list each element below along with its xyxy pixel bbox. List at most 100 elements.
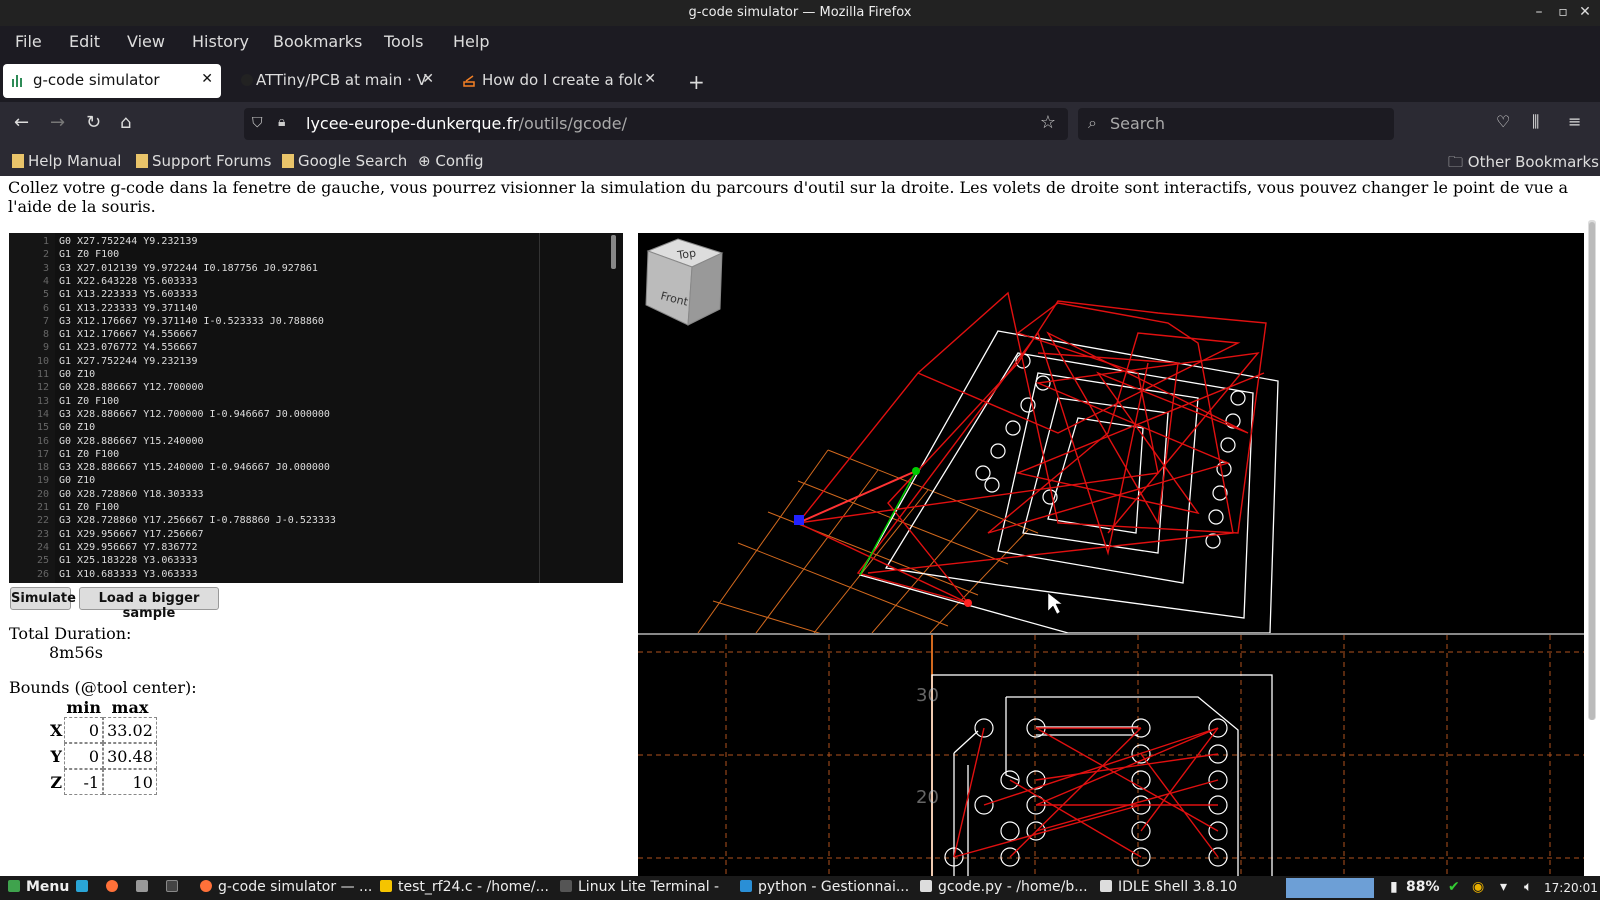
forward-icon[interactable]: →	[50, 112, 65, 133]
tab-gcode-simulator[interactable]: g-code simulator ✕	[3, 64, 221, 98]
menu-help[interactable]: Help	[453, 32, 489, 51]
workspace-switcher[interactable]	[1286, 878, 1374, 898]
pocket-icon[interactable]: ♡	[1496, 112, 1510, 131]
bookmark-help-manual[interactable]: Help Manual	[12, 152, 121, 170]
line-number: 4	[42, 275, 49, 287]
maximize-icon[interactable]: ▫	[1554, 4, 1572, 20]
volume-icon[interactable]: 🔈︎	[1524, 879, 1532, 895]
bounds-label: Bounds (@tool center):	[9, 678, 197, 697]
bookmark-config[interactable]: ⊕ Config	[418, 152, 483, 170]
github-icon	[240, 73, 254, 87]
bound-value: -1	[64, 769, 104, 795]
menu-view[interactable]: View	[127, 32, 165, 51]
3d-toolpath-canvas[interactable]: Top Front	[638, 233, 1584, 633]
code-text: G1 X27.752244 Y9.232139	[59, 355, 198, 367]
grid-label-30: 30	[916, 685, 939, 706]
line-number: 13	[36, 395, 49, 407]
window-title: g-code simulator — Mozilla Firefox	[688, 5, 912, 20]
code-text: G1 X13.223333 Y5.603333	[59, 289, 198, 301]
menu-tools[interactable]: Tools	[384, 32, 423, 51]
files-launcher-icon[interactable]	[136, 879, 154, 895]
taskbar-item-gcode-py[interactable]: gcode.py - /home/b...	[920, 879, 1088, 895]
line-number: 24	[36, 541, 49, 553]
taskbar-item-idle-shell[interactable]: IDLE Shell 3.8.10	[1100, 879, 1237, 895]
home-icon[interactable]: ⌂	[120, 112, 131, 133]
security-icon[interactable]: ◉	[1472, 879, 1484, 895]
menu-edit[interactable]: Edit	[69, 32, 100, 51]
page-scrollbar-thumb[interactable]	[1589, 222, 1595, 720]
network-icon[interactable]: ▾	[1500, 879, 1507, 895]
taskbar-item-terminal[interactable]: Linux Lite Terminal -	[560, 879, 719, 895]
other-bookmarks[interactable]: 🗀 Other Bookmarks	[1448, 152, 1599, 177]
shield-icon[interactable]: ⛉	[252, 115, 263, 131]
3d-pads	[975, 353, 1246, 549]
clock[interactable]: 17:20:01	[1544, 881, 1598, 895]
firefox-launcher-icon[interactable]	[106, 879, 124, 895]
search-input[interactable]: ⌕ Search	[1078, 108, 1394, 140]
update-check-icon[interactable]: ✔	[1448, 879, 1460, 895]
code-text: G1 X13.223333 Y9.371140	[59, 302, 198, 314]
close-tab-icon[interactable]: ✕	[422, 71, 434, 87]
bookmark-star-icon[interactable]: ☆	[1040, 112, 1056, 133]
menu-file[interactable]: File	[15, 32, 42, 51]
line-number: 25	[36, 555, 49, 567]
gcode-editor[interactable]: 1 G0 X27.752244 Y9.232139 2 G1 Z0 F100 3 G3 X…	[9, 233, 623, 583]
close-tab-icon[interactable]: ✕	[644, 71, 656, 87]
new-tab-icon[interactable]: +	[688, 70, 705, 104]
taskbar-item-test-rf24[interactable]: test_rf24.c - /home/...	[380, 879, 549, 895]
tab-attiny-pcb[interactable]: ATTiny/PCB at main · V ✕	[232, 64, 442, 98]
line-number: 12	[36, 382, 49, 394]
line-number: 22	[36, 515, 49, 527]
code-text: G1 Z0 F100	[59, 448, 120, 460]
load-bigger-sample-button[interactable]: Load a bigger sample	[79, 587, 219, 621]
taskbar-item-gcode-simulator[interactable]: g-code simulator — ...	[200, 879, 372, 895]
taskbar-item-file-manager[interactable]: python - Gestionnai...	[740, 879, 909, 895]
menu-history[interactable]: History	[192, 32, 249, 51]
url-text[interactable]: lycee-europe-dunkerque.fr/outils/gcode/	[306, 114, 627, 133]
line-number: 17	[36, 448, 49, 460]
mouse-cursor-icon	[1047, 592, 1063, 615]
axis-label: Z	[50, 772, 63, 792]
2d-toolpath-view[interactable]: 30 20	[638, 635, 1584, 876]
tab-label: ATTiny/PCB at main · V	[256, 71, 427, 89]
close-window-icon[interactable]: ✕	[1576, 4, 1594, 20]
terminal-launcher-icon[interactable]	[166, 879, 184, 895]
hamburger-menu-icon[interactable]: ≡	[1568, 112, 1581, 131]
page-content: Collez votre g-code dans la fenetre de g…	[0, 176, 1600, 876]
view-cube[interactable]: Top Front	[645, 238, 724, 326]
tool-position-marker	[794, 515, 804, 525]
battery-percent: 88%	[1406, 879, 1440, 895]
menu-bookmarks[interactable]: Bookmarks	[273, 32, 362, 51]
3d-toolpath-view[interactable]: Top Front	[638, 233, 1584, 633]
line-number: 2	[42, 249, 49, 261]
bounds-row-x: X 0 33.02	[48, 717, 157, 743]
bookmark-google-search[interactable]: Google Search	[282, 152, 407, 170]
show-desktop-icon[interactable]	[76, 879, 94, 895]
code-text: G3 X28.728860 Y17.256667 I-0.788860 J-0.…	[59, 515, 336, 527]
2d-toolpath-canvas[interactable]: 30 20	[638, 635, 1584, 876]
code-text: G1 X12.176667 Y4.556667	[59, 329, 198, 341]
reload-icon[interactable]: ↻	[86, 112, 101, 133]
lock-icon[interactable]: 🔒︎	[278, 114, 285, 130]
line-number: 26	[36, 568, 49, 580]
2d-toolpath-lines	[953, 727, 1219, 858]
library-icon[interactable]: ⫼	[1532, 112, 1539, 132]
page-scrollbar[interactable]	[1588, 220, 1596, 720]
start-menu-button[interactable]: Menu	[8, 879, 69, 895]
bookmark-support-forums[interactable]: Support Forums	[136, 152, 271, 170]
tab-how-do-i-create[interactable]: How do I create a folder ✕	[454, 64, 664, 98]
editor-scrollbar[interactable]	[611, 235, 616, 269]
url-bar[interactable]: ⛉ 🔒︎ lycee-europe-dunkerque.fr/outils/gc…	[244, 108, 1068, 140]
code-text: G3 X12.176667 Y9.371140 I-0.523333 J0.78…	[59, 315, 324, 327]
battery-icon[interactable]: ▮	[1390, 879, 1398, 895]
line-number: 20	[36, 488, 49, 500]
back-icon[interactable]: ←	[14, 112, 29, 133]
line-number: 21	[36, 502, 49, 513]
close-tab-icon[interactable]: ✕	[201, 71, 213, 87]
simulate-button[interactable]: Simulate	[10, 587, 76, 610]
3d-board-outline	[859, 330, 1279, 633]
nav-bar: ← → ↻ ⌂ ⛉ 🔒︎ lycee-europe-dunkerque.fr/o…	[0, 102, 1600, 146]
code-text: G0 X28.886667 Y15.240000	[59, 435, 204, 447]
code-text: G3 X28.886667 Y12.700000 I-0.946667 J0.0…	[59, 408, 330, 420]
minimize-icon[interactable]: –	[1530, 4, 1548, 20]
